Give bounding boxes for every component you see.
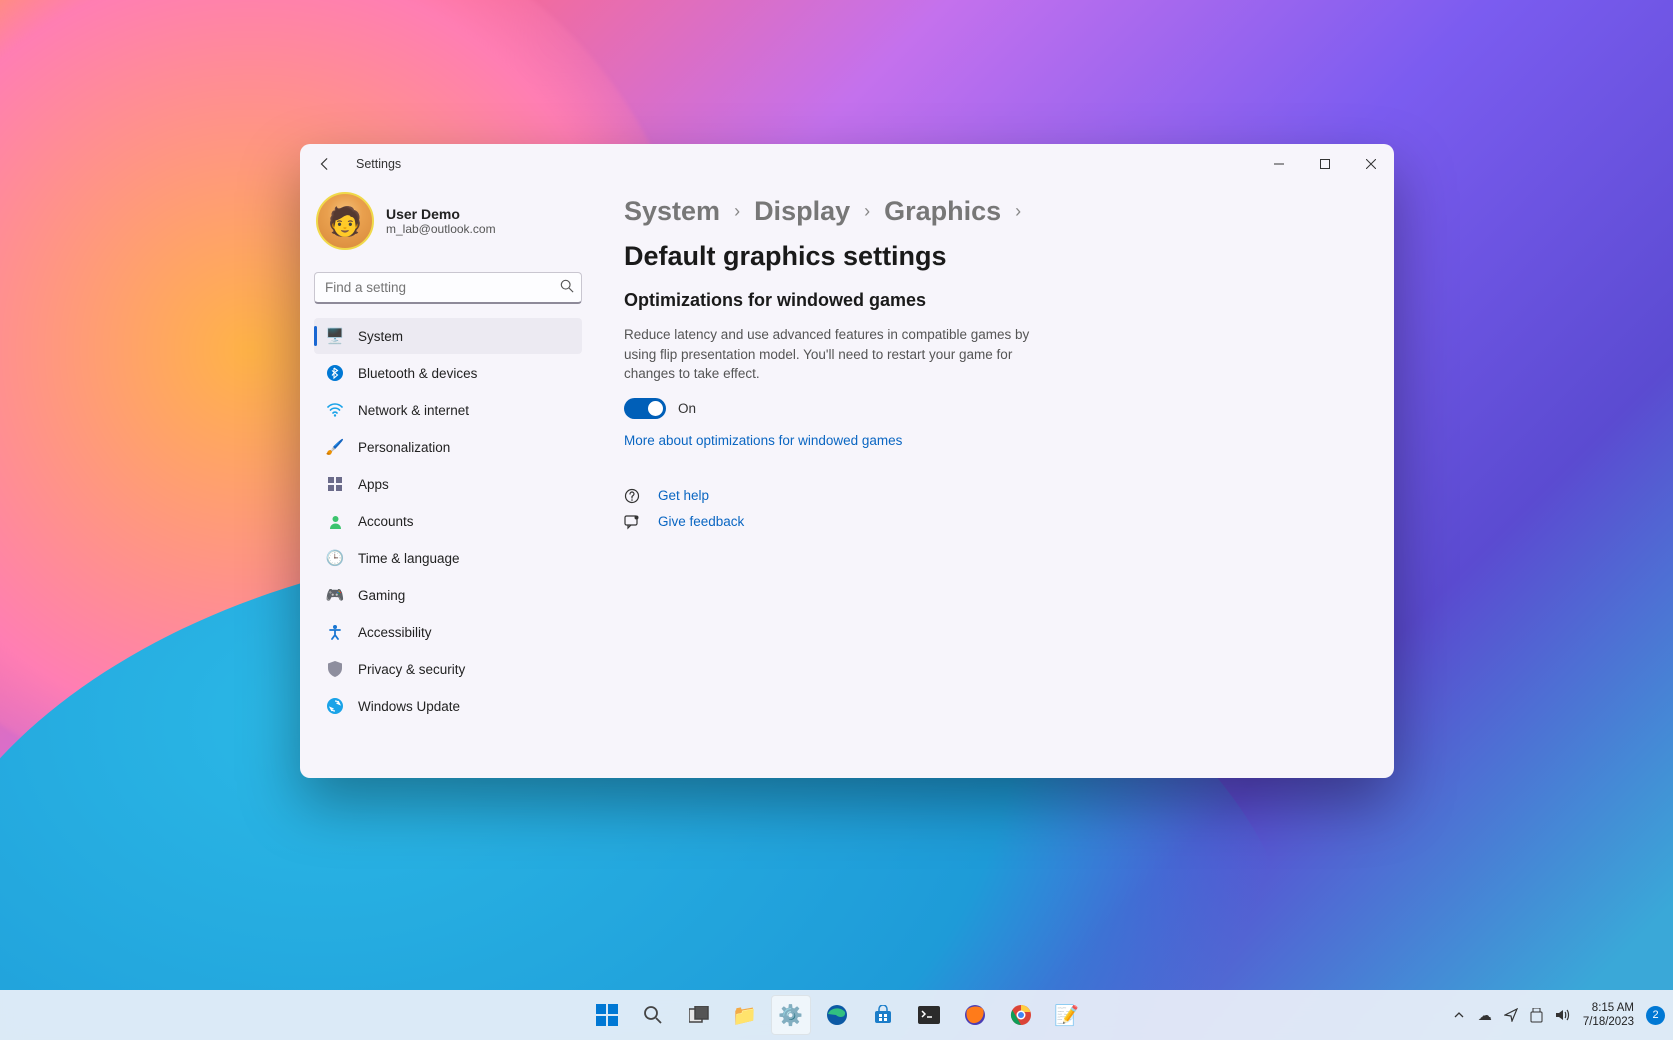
learn-more-link[interactable]: More about optimizations for windowed ga… bbox=[624, 433, 1350, 448]
location-icon[interactable] bbox=[1499, 995, 1523, 1035]
sidebar-item-label: Accounts bbox=[358, 514, 414, 529]
section-description: Reduce latency and use advanced features… bbox=[624, 325, 1044, 384]
apps-icon bbox=[326, 475, 344, 493]
onedrive-icon[interactable]: ☁ bbox=[1473, 995, 1497, 1035]
optimizations-toggle[interactable] bbox=[624, 398, 666, 419]
sidebar: 🧑 User Demo m_lab@outlook.com 🖥️ System B… bbox=[300, 184, 596, 778]
get-help-link[interactable]: Get help bbox=[658, 488, 709, 503]
file-explorer-button[interactable]: 📁 bbox=[725, 995, 765, 1035]
monitor-icon: 🖥️ bbox=[326, 327, 344, 345]
chevron-right-icon: › bbox=[734, 201, 740, 222]
user-name: User Demo bbox=[386, 206, 496, 222]
sidebar-item-update[interactable]: Windows Update bbox=[314, 688, 582, 724]
sidebar-item-time[interactable]: 🕒 Time & language bbox=[314, 540, 582, 576]
notepad-button[interactable]: 📝 bbox=[1047, 995, 1087, 1035]
window-controls bbox=[1256, 144, 1394, 184]
breadcrumb-system[interactable]: System bbox=[624, 196, 720, 227]
notification-badge[interactable]: 2 bbox=[1646, 1006, 1665, 1025]
person-icon bbox=[326, 512, 344, 530]
sidebar-item-accounts[interactable]: Accounts bbox=[314, 503, 582, 539]
accessibility-icon bbox=[326, 623, 344, 641]
breadcrumb-graphics[interactable]: Graphics bbox=[884, 196, 1001, 227]
toggle-state-label: On bbox=[678, 401, 696, 416]
sidebar-item-label: System bbox=[358, 329, 403, 344]
search-button[interactable] bbox=[633, 995, 673, 1035]
help-icon bbox=[624, 488, 642, 504]
sidebar-item-personalization[interactable]: 🖌️ Personalization bbox=[314, 429, 582, 465]
sidebar-item-accessibility[interactable]: Accessibility bbox=[314, 614, 582, 650]
chevron-right-icon: › bbox=[864, 201, 870, 222]
taskbar-clock[interactable]: 8:15 AM 7/18/2023 bbox=[1577, 1001, 1640, 1030]
give-feedback-link[interactable]: Give feedback bbox=[658, 514, 744, 529]
avatar: 🧑 bbox=[316, 192, 374, 250]
edge-button[interactable] bbox=[817, 995, 857, 1035]
tray-overflow-button[interactable] bbox=[1447, 995, 1471, 1035]
sidebar-item-network[interactable]: Network & internet bbox=[314, 392, 582, 428]
chrome-button[interactable] bbox=[1001, 995, 1041, 1035]
bluetooth-icon bbox=[326, 364, 344, 382]
globe-icon: 🕒 bbox=[326, 549, 344, 567]
chevron-right-icon: › bbox=[1015, 201, 1021, 222]
app-title: Settings bbox=[356, 157, 401, 171]
breadcrumb-display[interactable]: Display bbox=[754, 196, 850, 227]
search-icon bbox=[560, 279, 574, 293]
sidebar-item-label: Network & internet bbox=[358, 403, 469, 418]
sidebar-item-label: Gaming bbox=[358, 588, 405, 603]
nav-list: 🖥️ System Bluetooth & devices Network & i… bbox=[314, 318, 582, 724]
feedback-icon bbox=[624, 514, 642, 530]
task-view-button[interactable] bbox=[679, 995, 719, 1035]
clock-date: 7/18/2023 bbox=[1583, 1015, 1634, 1029]
sidebar-item-bluetooth[interactable]: Bluetooth & devices bbox=[314, 355, 582, 391]
sidebar-item-label: Apps bbox=[358, 477, 389, 492]
close-button[interactable] bbox=[1348, 144, 1394, 184]
settings-taskbar-button[interactable]: ⚙️ bbox=[771, 995, 811, 1035]
sound-icon[interactable] bbox=[1551, 995, 1575, 1035]
store-button[interactable] bbox=[863, 995, 903, 1035]
sidebar-item-privacy[interactable]: Privacy & security bbox=[314, 651, 582, 687]
gamepad-icon: 🎮 bbox=[326, 586, 344, 604]
search-input[interactable] bbox=[314, 272, 582, 304]
breadcrumb: System › Display › Graphics › Default gr… bbox=[624, 196, 1350, 272]
start-button[interactable] bbox=[587, 995, 627, 1035]
maximize-button[interactable] bbox=[1302, 144, 1348, 184]
settings-window: Settings 🧑 User Demo m_lab@outlook.com bbox=[300, 144, 1394, 778]
firefox-button[interactable] bbox=[955, 995, 995, 1035]
back-button[interactable] bbox=[308, 147, 342, 181]
sidebar-item-label: Time & language bbox=[358, 551, 460, 566]
sidebar-item-label: Personalization bbox=[358, 440, 450, 455]
sidebar-item-label: Windows Update bbox=[358, 699, 460, 714]
clock-time: 8:15 AM bbox=[1583, 1001, 1634, 1015]
section-title: Optimizations for windowed games bbox=[624, 290, 1350, 311]
main-content: System › Display › Graphics › Default gr… bbox=[596, 184, 1394, 778]
sidebar-item-system[interactable]: 🖥️ System bbox=[314, 318, 582, 354]
breadcrumb-current: Default graphics settings bbox=[624, 241, 947, 272]
sidebar-item-label: Bluetooth & devices bbox=[358, 366, 477, 381]
user-profile[interactable]: 🧑 User Demo m_lab@outlook.com bbox=[314, 188, 582, 264]
usb-icon[interactable] bbox=[1525, 995, 1549, 1035]
sidebar-item-gaming[interactable]: 🎮 Gaming bbox=[314, 577, 582, 613]
terminal-button[interactable] bbox=[909, 995, 949, 1035]
sidebar-item-label: Privacy & security bbox=[358, 662, 465, 677]
sidebar-item-label: Accessibility bbox=[358, 625, 432, 640]
shield-icon bbox=[326, 660, 344, 678]
update-icon bbox=[326, 697, 344, 715]
brush-icon: 🖌️ bbox=[326, 438, 344, 456]
user-email: m_lab@outlook.com bbox=[386, 222, 496, 236]
taskbar-center: 📁 ⚙️ 📝 bbox=[587, 995, 1087, 1035]
sidebar-item-apps[interactable]: Apps bbox=[314, 466, 582, 502]
wifi-icon bbox=[326, 401, 344, 419]
taskbar: 📁 ⚙️ 📝 ☁ 8:15 AM 7/18/2023 2 bbox=[0, 990, 1673, 1040]
titlebar: Settings bbox=[300, 144, 1394, 184]
minimize-button[interactable] bbox=[1256, 144, 1302, 184]
system-tray: ☁ 8:15 AM 7/18/2023 2 bbox=[1447, 995, 1665, 1035]
